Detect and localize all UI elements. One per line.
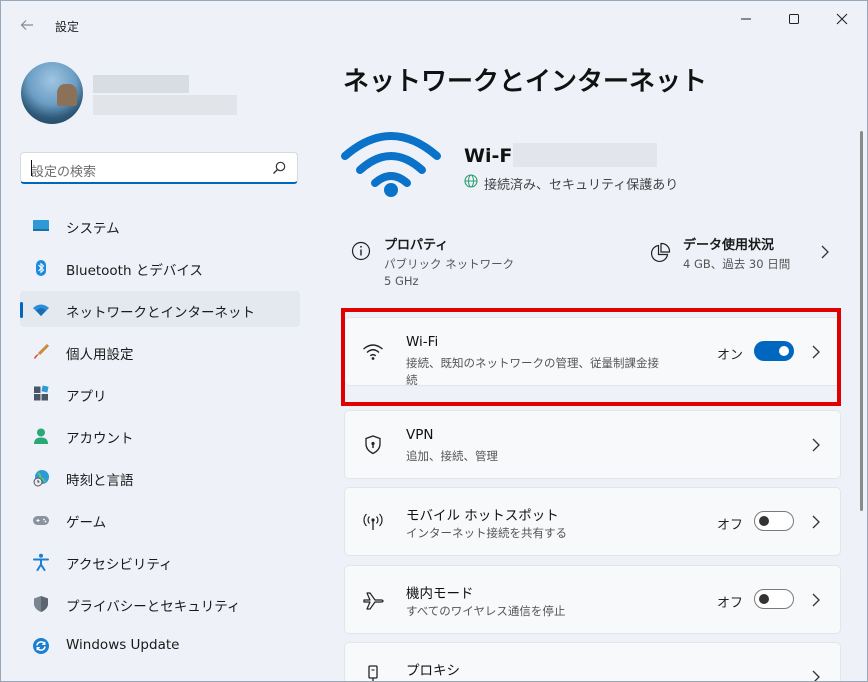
data-usage-detail: 4 GB、過去 30 日間: [683, 257, 791, 271]
sidebar-item-label: 時刻と言語: [66, 473, 134, 489]
sidebar-item-label: 個人用設定: [66, 347, 134, 363]
search-box[interactable]: 設定の検索: [20, 152, 298, 184]
globe-icon: [464, 174, 478, 188]
sidebar-item-label: Bluetooth とデバイス: [66, 263, 203, 279]
network-name: Wi-Fi: [464, 145, 519, 167]
card-title: モバイル ホットスポット: [406, 508, 559, 524]
sidebar-item-personalization[interactable]: 個人用設定: [20, 333, 300, 369]
hotspot-icon: [363, 513, 383, 530]
network-band: 5 GHz: [384, 274, 419, 288]
shield-icon: [34, 596, 48, 612]
hotspot-toggle[interactable]: [754, 511, 794, 531]
airplane-mode-card[interactable]: 機内モード すべてのワイヤレス通信を停止 オフ: [344, 565, 841, 634]
title-bar: 設定: [1, 1, 867, 41]
chevron-right-icon: [812, 670, 820, 681]
sidebar-item-bluetooth[interactable]: Bluetooth とデバイス: [20, 249, 300, 285]
toggle-state-label: オフ: [717, 518, 744, 533]
maximize-icon: [789, 14, 799, 24]
airplane-icon: [363, 592, 384, 610]
toggle-state-label: オフ: [717, 596, 744, 611]
bluetooth-icon: [36, 260, 46, 276]
vpn-card[interactable]: VPN 追加、接続、管理: [344, 410, 841, 479]
globe-clock-icon: [33, 470, 49, 487]
apps-icon: [34, 385, 49, 401]
data-usage-title: データ使用状況: [683, 238, 775, 253]
pie-chart-icon: [650, 242, 671, 263]
mobile-hotspot-card[interactable]: モバイル ホットスポット インターネット接続を共有する オフ: [344, 487, 841, 556]
card-subtitle: インターネット接続を共有する: [406, 526, 567, 540]
redacted-username: [93, 75, 189, 93]
sidebar-item-accessibility[interactable]: アクセシビリティ: [20, 543, 300, 579]
user-avatar[interactable]: [21, 62, 83, 124]
card-title: VPN: [406, 427, 434, 443]
airplane-mode-toggle[interactable]: [754, 589, 794, 609]
card-title: 機内モード: [406, 586, 474, 602]
sidebar-item-privacy[interactable]: プライバシーとセキュリティ: [20, 585, 300, 621]
close-button[interactable]: [819, 7, 865, 31]
chevron-right-icon: [821, 245, 829, 259]
network-info-row: プロパティ パブリック ネットワーク 5 GHz データ使用状況 4 GB、過去…: [343, 226, 841, 296]
sidebar-item-system[interactable]: システム: [20, 207, 300, 243]
sidebar-item-gaming[interactable]: ゲーム: [20, 501, 300, 537]
update-icon: [33, 638, 49, 654]
gamepad-icon: [33, 516, 49, 525]
sidebar-item-label: システム: [66, 221, 120, 237]
sidebar-nav: システム Bluetooth とデバイス ネットワークとインターネット 個人用設…: [20, 207, 300, 669]
chevron-right-icon: [812, 515, 820, 529]
sidebar-item-label: アプリ: [66, 389, 107, 405]
data-usage-link[interactable]: データ使用状況 4 GB、過去 30 日間: [643, 226, 841, 296]
highlight-box: [341, 308, 841, 406]
wifi-diamond-icon: [33, 304, 49, 316]
sidebar-item-label: ゲーム: [66, 515, 107, 531]
search-input[interactable]: 設定の検索: [31, 161, 96, 180]
sidebar-item-label: アカウント: [66, 431, 134, 447]
connection-status: 接続済み、セキュリティ保護あり: [484, 178, 679, 193]
card-title: プロキシ: [406, 663, 460, 679]
properties-link[interactable]: プロパティ パブリック ネットワーク 5 GHz: [343, 226, 623, 296]
search-icon[interactable]: [271, 160, 287, 176]
card-subtitle: 追加、接続、管理: [406, 449, 498, 463]
chevron-right-icon: [812, 438, 820, 452]
monitor-icon: [33, 220, 49, 231]
sidebar-item-label: アクセシビリティ: [66, 557, 173, 573]
sidebar-item-label: ネットワークとインターネット: [66, 305, 255, 321]
card-subtitle: すべてのワイヤレス通信を停止: [406, 604, 566, 618]
minimize-button[interactable]: [723, 7, 769, 31]
redacted-ssid: [513, 143, 657, 167]
scrollbar[interactable]: [860, 131, 863, 511]
sidebar-item-label: プライバシーとセキュリティ: [66, 599, 241, 615]
sidebar-item-label: Windows Update: [66, 637, 180, 653]
network-profile: パブリック ネットワーク: [384, 257, 515, 271]
app-title: 設定: [55, 20, 80, 34]
redacted-email: [93, 95, 237, 115]
info-icon: [351, 241, 371, 261]
maximize-button[interactable]: [771, 7, 817, 31]
close-icon: [836, 13, 848, 25]
settings-window: 設定 設定の検索 システム Bluetooth とデバイス ネットワークとインタ…: [0, 0, 868, 682]
text-cursor: [31, 160, 32, 176]
sidebar-item-time-language[interactable]: 時刻と言語: [20, 459, 300, 495]
sidebar-item-windows-update[interactable]: Windows Update: [20, 627, 300, 663]
page-title: ネットワークとインターネット: [343, 67, 708, 97]
vpn-shield-icon: [365, 435, 381, 455]
back-button[interactable]: [15, 13, 39, 37]
proxy-card[interactable]: プロキシ: [344, 642, 841, 681]
wifi-large-icon: [341, 132, 441, 197]
sidebar-item-apps[interactable]: アプリ: [20, 375, 300, 411]
sidebar-item-accounts[interactable]: アカウント: [20, 417, 300, 453]
accessibility-icon: [33, 553, 49, 571]
minimize-icon: [741, 18, 751, 20]
chevron-right-icon: [812, 593, 820, 607]
properties-title: プロパティ: [384, 238, 449, 253]
proxy-icon: [368, 665, 378, 681]
person-icon: [34, 428, 48, 444]
brush-icon: [34, 343, 50, 359]
back-arrow-icon: [20, 20, 33, 30]
sidebar-item-network[interactable]: ネットワークとインターネット: [20, 291, 300, 327]
